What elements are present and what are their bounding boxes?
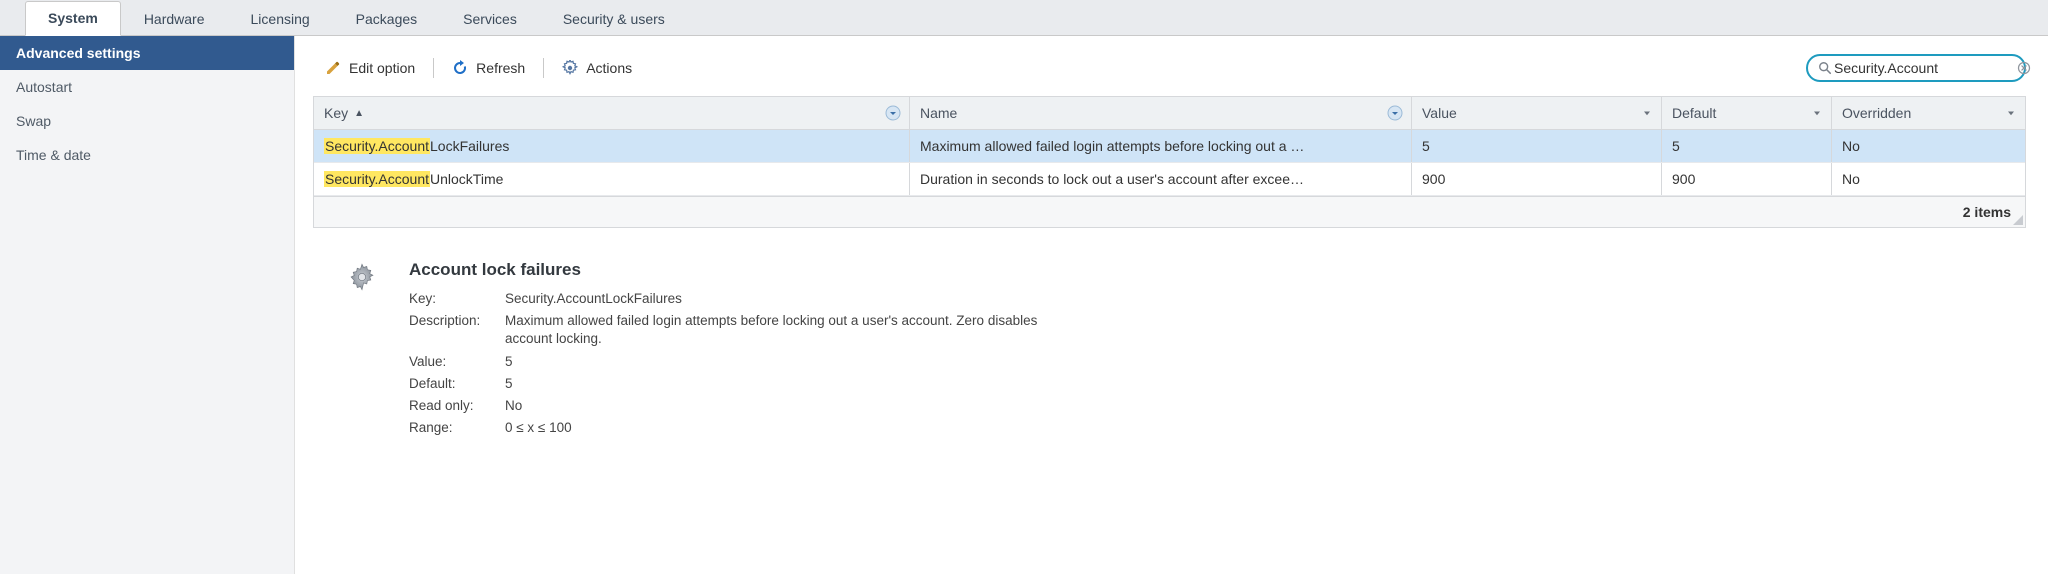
- col-header-value[interactable]: Value: [1412, 97, 1662, 129]
- cell-default: 5: [1662, 130, 1832, 162]
- col-header-overridden-label: Overridden: [1842, 105, 1911, 121]
- cell-overridden: No: [1832, 130, 2025, 162]
- sidebar-item-time-date[interactable]: Time & date: [0, 138, 294, 172]
- cell-key-rest: LockFailures: [430, 138, 509, 154]
- tab-licensing[interactable]: Licensing: [228, 2, 333, 36]
- gear-icon: [562, 60, 578, 76]
- details-key-label: Key:: [409, 290, 505, 308]
- details-value-value: 5: [505, 353, 1059, 371]
- toolbar-separator: [433, 58, 434, 78]
- search-input[interactable]: [1832, 59, 2017, 77]
- details-readonly-value: No: [505, 397, 1059, 415]
- table-footer: 2 items: [314, 196, 2025, 227]
- details-default-value: 5: [505, 375, 1059, 393]
- tab-packages[interactable]: Packages: [333, 2, 440, 36]
- edit-option-label: Edit option: [349, 60, 415, 76]
- table-header: Key ▲ Name Value: [314, 97, 2025, 130]
- col-header-key[interactable]: Key ▲: [314, 97, 910, 129]
- sidebar: Advanced settings Autostart Swap Time & …: [0, 36, 295, 574]
- column-filter-icon[interactable]: [1387, 105, 1403, 121]
- details-range-label: Range:: [409, 419, 505, 437]
- tab-security-users[interactable]: Security & users: [540, 2, 688, 36]
- col-header-name[interactable]: Name: [910, 97, 1412, 129]
- refresh-icon: [452, 60, 468, 76]
- toolbar: Edit option Refresh Actions: [313, 54, 2026, 82]
- table-row[interactable]: Security.AccountLockFailures Maximum all…: [314, 130, 2025, 163]
- cell-name: Maximum allowed failed login attempts be…: [910, 130, 1412, 162]
- cell-key: Security.AccountUnlockTime: [314, 163, 910, 195]
- tab-services[interactable]: Services: [440, 2, 540, 36]
- col-header-default-label: Default: [1672, 105, 1716, 121]
- cell-value: 900: [1412, 163, 1662, 195]
- highlighted-match: Security.Account: [324, 171, 430, 187]
- cell-default: 900: [1662, 163, 1832, 195]
- settings-table: Key ▲ Name Value: [313, 96, 2026, 228]
- refresh-button[interactable]: Refresh: [446, 57, 531, 79]
- tab-hardware[interactable]: Hardware: [121, 2, 228, 36]
- top-tabstrip: System Hardware Licensing Packages Servi…: [0, 0, 2048, 36]
- chevron-down-icon[interactable]: [2005, 107, 2017, 119]
- edit-option-button[interactable]: Edit option: [319, 57, 421, 79]
- cell-key: Security.AccountLockFailures: [314, 130, 910, 162]
- main-panel: Edit option Refresh Actions: [295, 36, 2048, 574]
- refresh-label: Refresh: [476, 60, 525, 76]
- col-header-value-label: Value: [1422, 105, 1457, 121]
- cell-name: Duration in seconds to lock out a user's…: [910, 163, 1412, 195]
- actions-label: Actions: [586, 60, 632, 76]
- toolbar-separator: [543, 58, 544, 78]
- sidebar-item-autostart[interactable]: Autostart: [0, 70, 294, 104]
- details-panel: Account lock failures Key:Security.Accou…: [313, 228, 2026, 442]
- settings-gear-icon: [345, 260, 379, 442]
- cell-value: 5: [1412, 130, 1662, 162]
- details-desc-label: Description:: [409, 312, 505, 348]
- tab-system[interactable]: System: [25, 1, 121, 36]
- search-box[interactable]: [1806, 54, 2026, 82]
- table-row[interactable]: Security.AccountUnlockTime Duration in s…: [314, 163, 2025, 196]
- resize-grip-icon[interactable]: [2013, 215, 2023, 225]
- col-header-default[interactable]: Default: [1662, 97, 1832, 129]
- sort-ascending-icon: ▲: [354, 108, 364, 119]
- col-header-key-label: Key: [324, 105, 348, 121]
- column-filter-icon[interactable]: [885, 105, 901, 121]
- clear-search-icon[interactable]: [2017, 61, 2031, 75]
- chevron-down-icon[interactable]: [1811, 107, 1823, 119]
- chevron-down-icon[interactable]: [1641, 107, 1653, 119]
- details-default-label: Default:: [409, 375, 505, 393]
- details-title: Account lock failures: [409, 260, 1059, 280]
- search-icon: [1818, 61, 1832, 75]
- details-key-value: Security.AccountLockFailures: [505, 290, 1059, 308]
- details-value-label: Value:: [409, 353, 505, 371]
- sidebar-item-swap[interactable]: Swap: [0, 104, 294, 138]
- col-header-name-label: Name: [920, 105, 957, 121]
- sidebar-item-advanced-settings[interactable]: Advanced settings: [0, 36, 294, 70]
- details-desc-value: Maximum allowed failed login attempts be…: [505, 312, 1059, 348]
- cell-key-rest: UnlockTime: [430, 171, 503, 187]
- details-body: Account lock failures Key:Security.Accou…: [409, 260, 1059, 442]
- details-range-value: 0 ≤ x ≤ 100: [505, 419, 1059, 437]
- table-item-count: 2 items: [1963, 204, 2011, 220]
- actions-button[interactable]: Actions: [556, 57, 638, 79]
- col-header-overridden[interactable]: Overridden: [1832, 97, 2025, 129]
- cell-overridden: No: [1832, 163, 2025, 195]
- details-readonly-label: Read only:: [409, 397, 505, 415]
- highlighted-match: Security.Account: [324, 138, 430, 154]
- pencil-icon: [325, 60, 341, 76]
